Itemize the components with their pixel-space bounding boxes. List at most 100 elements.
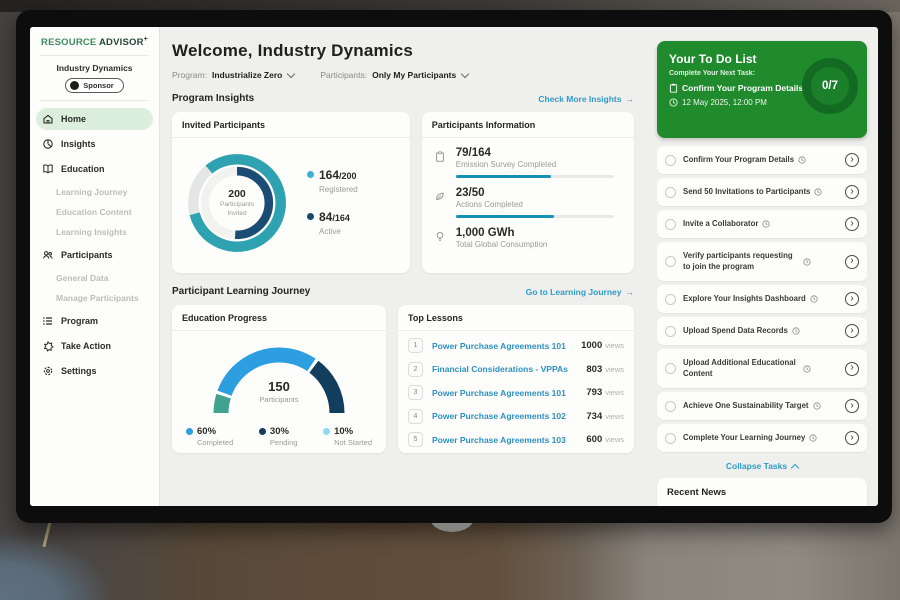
sidebar-item-insights[interactable]: Insights <box>36 133 153 155</box>
go-to-learning-journey-link[interactable]: Go to Learning Journey → <box>526 287 634 297</box>
lesson-views: 793 <box>586 387 602 398</box>
active-dot-icon <box>307 213 314 220</box>
app-window: RESOURCE ADVISOR+ Industry Dynamics Spon… <box>30 27 878 506</box>
sidebar-item-education-content[interactable]: Education Content <box>36 203 153 221</box>
task-row-achieve-target[interactable]: Achieve One Sustainability Target › <box>657 392 867 420</box>
task-row-complete-learning-journey[interactable]: Complete Your Learning Journey › <box>657 424 867 452</box>
task-checkbox[interactable] <box>665 219 676 230</box>
clock-icon <box>814 188 822 196</box>
task-checkbox[interactable] <box>665 401 676 412</box>
completed-dot-icon <box>186 428 193 435</box>
section-title: Participant Learning Journey <box>172 286 310 297</box>
lesson-rank: 1 <box>408 338 423 353</box>
stat-value: 79/164 <box>456 147 622 159</box>
app-logo: RESOURCE ADVISOR+ <box>30 36 159 48</box>
task-chevron-button[interactable]: › <box>845 324 859 338</box>
sidebar-item-home[interactable]: Home <box>36 108 153 130</box>
settings-icon <box>42 365 54 377</box>
arrow-right-icon: → <box>626 94 635 104</box>
card-title: Education Progress <box>172 305 386 331</box>
take-action-icon <box>42 340 54 352</box>
lesson-rank: 5 <box>408 432 423 447</box>
task-row-invite-collaborator[interactable]: Invite a Collaborator › <box>657 210 867 238</box>
divider <box>40 55 149 56</box>
task-chevron-button[interactable]: › <box>845 153 859 167</box>
task-list: Confirm Your Program Details › Send 50 I… <box>657 146 867 452</box>
sidebar-item-learning-insights[interactable]: Learning Insights <box>36 223 153 241</box>
lesson-views: 734 <box>586 411 602 422</box>
task-checkbox[interactable] <box>665 294 676 305</box>
sidebar-item-program[interactable]: Program <box>36 310 153 332</box>
bulb-icon <box>434 227 447 249</box>
stat-label: Total Global Consumption <box>456 240 622 249</box>
task-chevron-button[interactable]: › <box>845 399 859 413</box>
actions-progress-bar <box>456 215 614 218</box>
sidebar-item-settings[interactable]: Settings <box>36 360 153 382</box>
sidebar-item-label: Take Action <box>61 341 111 351</box>
consumption-stat: 1,000 GWh Total Global Consumption <box>434 227 622 249</box>
logo-plus: + <box>144 36 148 43</box>
organization-name: Industry Dynamics <box>30 63 159 73</box>
collapse-tasks-link[interactable]: Collapse Tasks <box>657 461 867 471</box>
clock-icon <box>813 402 821 410</box>
sidebar-item-take-action[interactable]: Take Action <box>36 335 153 357</box>
sidebar-item-general-data[interactable]: General Data <box>36 269 153 287</box>
program-dropdown[interactable]: Industrialize Zero <box>212 70 282 80</box>
task-chevron-button[interactable]: › <box>845 185 859 199</box>
lesson-row: 2 Financial Considerations - VPPAs 803 v… <box>408 358 624 382</box>
program-filter-label: Program: <box>172 70 207 80</box>
education-gauge-chart: 150 Participants <box>199 335 359 423</box>
check-more-insights-link[interactable]: Check More Insights → <box>538 94 634 104</box>
actions-icon <box>434 187 447 218</box>
task-row-upload-educational-content[interactable]: Upload Additional Educational Content › <box>657 349 867 388</box>
sidebar: RESOURCE ADVISOR+ Industry Dynamics Spon… <box>30 27 160 506</box>
sidebar-item-participants[interactable]: Participants <box>36 244 153 266</box>
sidebar-item-education[interactable]: Education <box>36 158 153 180</box>
section-title: Program Insights <box>172 93 254 104</box>
lesson-link[interactable]: Power Purchase Agreements 101 <box>432 388 586 398</box>
task-checkbox[interactable] <box>665 256 676 267</box>
chevron-down-icon[interactable] <box>461 70 469 78</box>
sidebar-item-label: Participants <box>61 250 113 260</box>
invited-donut-chart: 200 Participants Invited <box>180 146 294 260</box>
task-chevron-button[interactable]: › <box>845 255 859 269</box>
participants-dropdown[interactable]: Only My Participants <box>372 70 456 80</box>
task-row-confirm-program[interactable]: Confirm Your Program Details › <box>657 146 867 174</box>
sidebar-item-manage-participants[interactable]: Manage Participants <box>36 289 153 307</box>
home-icon <box>42 113 54 125</box>
task-checkbox[interactable] <box>665 326 676 337</box>
task-chevron-button[interactable]: › <box>845 431 859 445</box>
lesson-row: 1 Power Purchase Agreements 101 1000 vie… <box>408 334 624 358</box>
education-icon <box>42 163 54 175</box>
donut-center-value: 200 <box>228 188 246 200</box>
participants-filter-label: Participants: <box>320 70 367 80</box>
chevron-up-icon <box>791 463 799 471</box>
task-checkbox[interactable] <box>665 155 676 166</box>
task-checkbox[interactable] <box>665 187 676 198</box>
sidebar-item-learning-journey[interactable]: Learning Journey <box>36 183 153 201</box>
sponsor-badge[interactable]: Sponsor <box>65 78 123 93</box>
logo-advisor: ADVISOR <box>99 37 144 48</box>
filter-bar: Program: Industrialize Zero Participants… <box>172 70 634 80</box>
clipboard-icon <box>669 83 678 93</box>
chevron-down-icon[interactable] <box>287 70 295 78</box>
task-chevron-button[interactable]: › <box>845 292 859 306</box>
lesson-link[interactable]: Power Purchase Agreements 101 <box>432 341 581 351</box>
card-title: Top Lessons <box>398 305 634 331</box>
task-chevron-button[interactable]: › <box>845 362 859 376</box>
task-chevron-button[interactable]: › <box>845 217 859 231</box>
sidebar-item-label: Insights <box>61 139 96 149</box>
lesson-link[interactable]: Financial Considerations - VPPAs <box>432 364 586 374</box>
task-row-upload-spend-data[interactable]: Upload Spend Data Records › <box>657 317 867 345</box>
task-checkbox[interactable] <box>665 433 676 444</box>
lesson-link[interactable]: Power Purchase Agreements 102 <box>432 411 586 421</box>
clock-icon <box>669 98 678 107</box>
lesson-link[interactable]: Power Purchase Agreements 103 <box>432 435 586 445</box>
sidebar-item-label: Home <box>61 114 86 124</box>
task-row-verify-participants[interactable]: Verify participants requesting to join t… <box>657 242 867 281</box>
task-row-send-invitations[interactable]: Send 50 Invitations to Participants › <box>657 178 867 206</box>
task-checkbox[interactable] <box>665 363 676 374</box>
emission-progress-bar <box>456 175 614 178</box>
task-row-explore-insights[interactable]: Explore Your Insights Dashboard › <box>657 285 867 313</box>
donut-legend: 164/200 Registered 84/164 Active <box>307 157 358 250</box>
